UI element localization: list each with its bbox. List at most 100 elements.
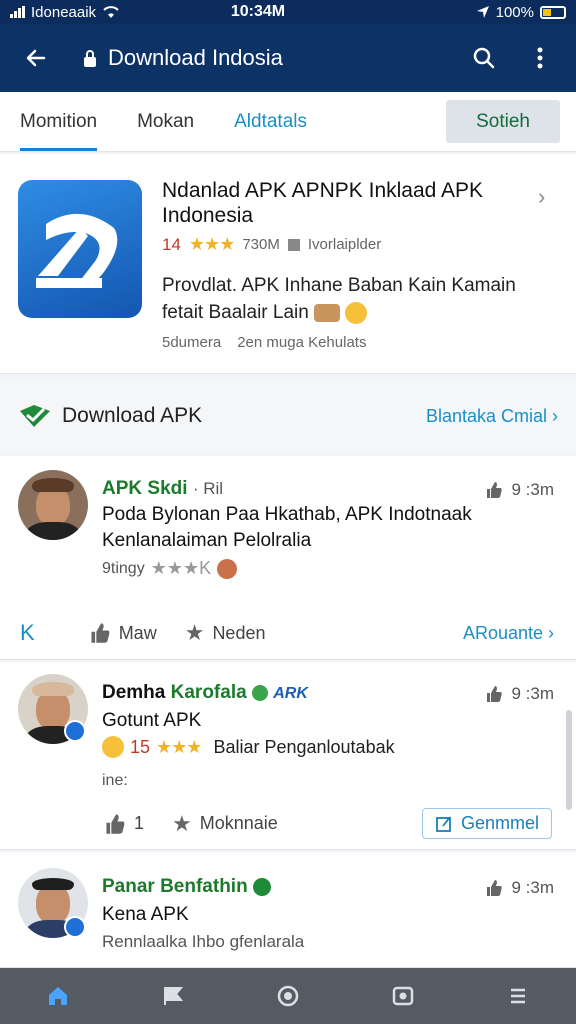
smile-emoji-icon (345, 301, 368, 324)
verified-green-icon (252, 877, 271, 896)
tab-momition[interactable]: Momition (0, 92, 117, 151)
collapse-icon[interactable]: K (20, 620, 35, 646)
comment-stars: ★★★K (150, 558, 212, 578)
footer-left: 5dumera (162, 334, 222, 351)
author-name: APK Skdi (102, 478, 188, 499)
like-button[interactable]: 1 (104, 813, 144, 835)
image-icon (287, 238, 300, 251)
chevron-right-icon[interactable]: › (538, 184, 545, 210)
avatar-face (36, 884, 70, 924)
comment-time: 9 :3m (485, 480, 554, 500)
comment-actions: 1 ★ Moknnaie Genmmel (0, 808, 576, 839)
avatar-hat (32, 682, 74, 696)
author-name: Panar Benfathin (102, 876, 248, 897)
app-bar-title-group: Download Indosia (82, 45, 466, 71)
record-icon[interactable] (264, 976, 312, 1016)
media-icon[interactable] (379, 976, 427, 1016)
comment-sub: Rennlaalka Ihbo gfenlarala (102, 932, 305, 951)
thumbs-up-icon (487, 686, 503, 702)
app-size: 730M (242, 236, 280, 253)
comment-sub: 9tingy ★★★K (102, 558, 238, 579)
avatar[interactable] (18, 470, 88, 540)
location-icon (476, 6, 489, 18)
app-card[interactable]: Ndanlad APK APNPK Inklaad APK Indonesia … (0, 154, 576, 374)
comment-time: 9 :3m (485, 878, 554, 898)
comment-text: Kena APK (102, 904, 189, 925)
section-link[interactable]: Blantaka Cmial › (426, 406, 558, 427)
status-bar: Idoneaaik 10:34M 100% (0, 0, 576, 24)
comment-item: Panar Benfathin 9 :3m Kena APK Rennlaalk… (0, 852, 576, 968)
comment-rating: 15 (130, 736, 151, 757)
carrier-label: Idoneaaik (31, 3, 97, 21)
time-label: 9 :3m (511, 480, 554, 499)
tab-sotieh[interactable]: Sotieh (446, 100, 560, 143)
author-name: Demha (102, 682, 166, 703)
time-label: 9 :3m (511, 878, 554, 897)
tab-mokan[interactable]: Mokan (117, 92, 214, 151)
tab-aldtatals[interactable]: Aldtatals (214, 92, 327, 151)
thumbs-up-icon (106, 813, 125, 834)
app-footer-meta: 5dumera 2en muga Kehulats (162, 334, 366, 351)
time-label: 9 :3m (511, 684, 554, 703)
comment-stars: ★★★ (156, 736, 202, 757)
flag-icon[interactable] (149, 976, 197, 1016)
leaf-icon (251, 684, 268, 701)
scrollbar[interactable] (566, 710, 572, 810)
section-header: Download APK Blantaka Cmial › (0, 378, 576, 454)
comment-author[interactable]: Demha Karofala ARK (102, 682, 308, 704)
comment-extra: ine: (102, 772, 128, 789)
battery-percent: 100% (495, 3, 534, 21)
bottom-nav (0, 968, 576, 1024)
battery-icon (540, 5, 566, 19)
more-link[interactable]: ARouante › (463, 623, 554, 644)
comment-text: Gotunt APK (102, 710, 202, 731)
like-button[interactable]: Maw (89, 622, 157, 644)
thumbs-up-icon (487, 880, 503, 896)
signal-icon (10, 6, 25, 18)
verified-badge-icon (64, 916, 86, 938)
comment-sub-label: 9tingy (102, 559, 145, 577)
app-source: Ivorlaiplder (307, 236, 382, 253)
app-description: Provdlat. APK Inhane Baban Kain Kamain f… (162, 272, 542, 326)
avatar-hair (32, 878, 74, 890)
app-title: Ndanlad APK APNPK Inklaad APK Indonesia (162, 179, 484, 227)
check-badge-icon (20, 405, 50, 427)
favorite-label: Neden (212, 622, 266, 643)
back-arrow-icon[interactable] (18, 40, 54, 76)
lock-icon (84, 50, 96, 67)
author-tag: · Ril (192, 479, 224, 498)
avatar-face (36, 486, 70, 526)
comment-text: Poda Bylonan Paa Hkathab, APK Indotnaak … (102, 504, 472, 551)
section-link-label: Blantaka Cmial (425, 405, 547, 426)
author-name-2: Karofala (170, 682, 247, 703)
favorite-button[interactable]: ★ Moknnaie (172, 811, 278, 837)
smile-emoji-icon (102, 736, 124, 758)
author-badge: ARK (273, 685, 308, 702)
ball-emoji-icon (217, 558, 238, 579)
page-title: Download Indosia (108, 45, 283, 70)
home-icon[interactable] (34, 976, 82, 1016)
menu-icon[interactable] (494, 976, 542, 1016)
like-count: 1 (134, 813, 145, 833)
comment-author[interactable]: APK Skdi · Ril (102, 478, 223, 500)
avatar-hat (32, 478, 74, 492)
comment-author[interactable]: Panar Benfathin (102, 876, 271, 898)
like-label: Maw (118, 622, 157, 643)
star-icon: ★ (184, 620, 205, 645)
favorite-button[interactable]: ★ Neden (185, 620, 266, 646)
comment-sub: 15 ★★★ Baliar Penganloutabak (102, 736, 395, 758)
thumbs-up-icon (91, 623, 110, 643)
more-link-label: ARouante (462, 622, 543, 643)
comment-time: 9 :3m (485, 684, 554, 704)
search-icon[interactable] (466, 40, 502, 76)
wifi-icon (103, 6, 119, 18)
star-icon: ★ (172, 810, 192, 836)
app-logo-icon (18, 180, 142, 318)
more-vert-icon[interactable] (522, 40, 558, 76)
footer-right: 2en muga Kehulats (237, 334, 367, 351)
rating-value: 14 (162, 234, 181, 254)
comment-button[interactable]: Genmmel (421, 808, 552, 839)
app-meta-row: 14 ★★★ 730M Ivorlaiplder (162, 234, 381, 255)
favorite-label: Moknnaie (199, 813, 278, 833)
comment-sub-label: Baliar Penganloutabak (213, 736, 395, 757)
